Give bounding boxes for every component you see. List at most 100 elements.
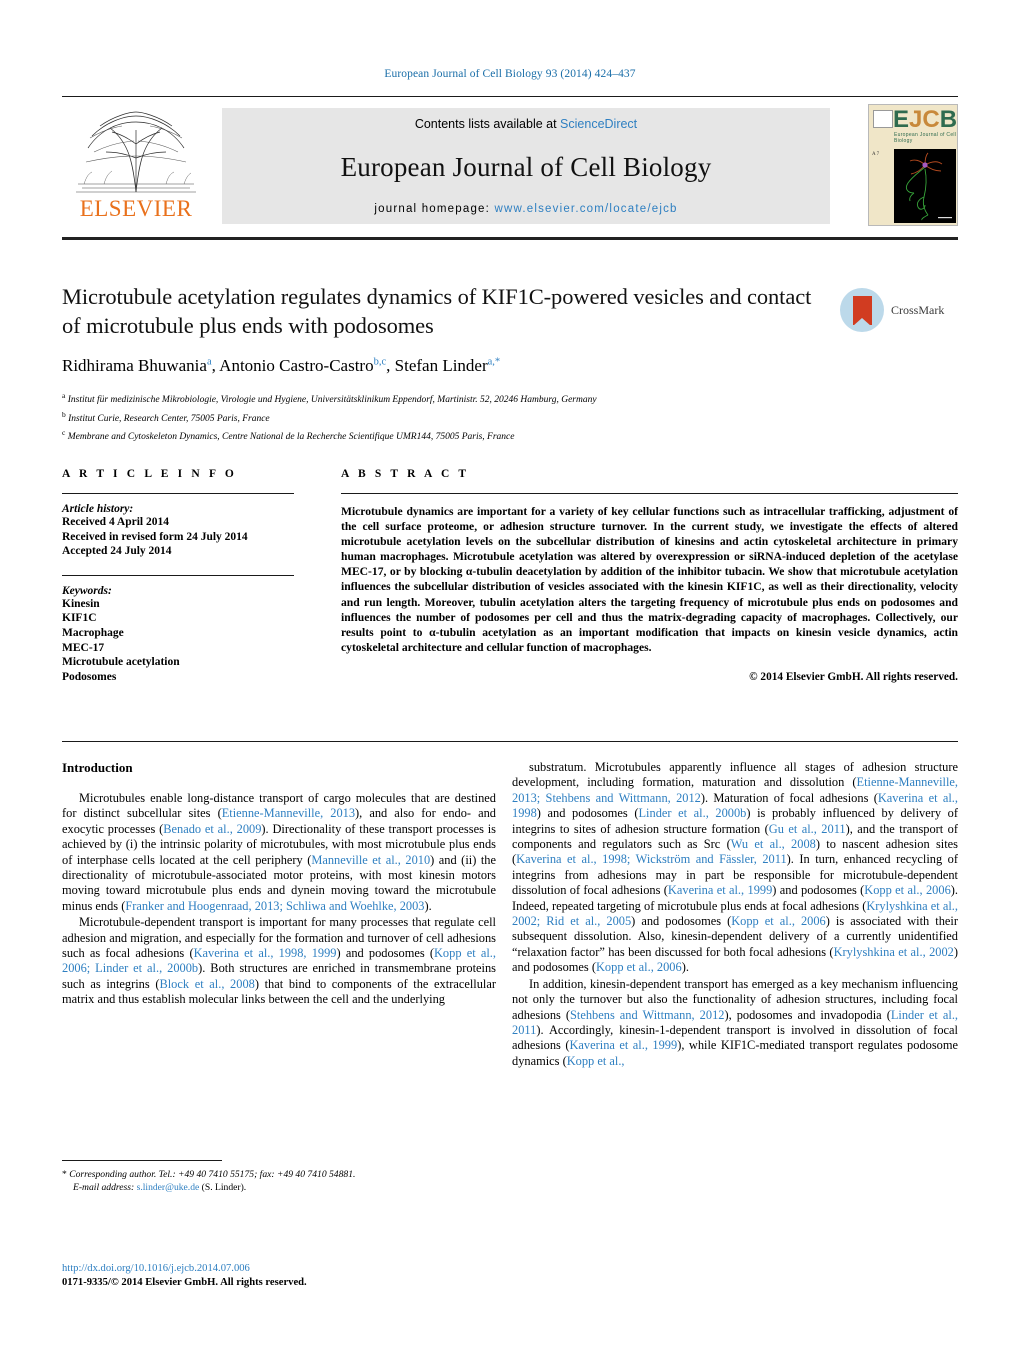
footnote-line-2: E-mail address: s.linder@uke.de (S. Lind… [62,1181,496,1194]
paragraph-text: ), podosomes and invadopodia ( [724,1007,891,1022]
citation-link[interactable]: Manneville et al., 2010 [311,853,430,867]
keyword-item: KIF1C [62,612,97,625]
citation-link[interactable]: Linder et al., 2000b [638,806,746,820]
citation-link[interactable]: Gu et al., 2011 [769,822,846,836]
abstract-column: A B S T R A C T Microtubule dynamics are… [341,468,958,683]
article-history-list: Received 4 April 2014 Received in revised… [62,515,294,559]
article-history-heading: Article history: [62,503,134,515]
keyword-item: Microtubule acetylation [62,656,180,669]
paragraph: Microtubule-dependent transport is impor… [62,915,496,1007]
corresponding-author-note: * Corresponding author. Tel.: +49 40 741… [62,1168,496,1194]
cover-micrograph [894,149,956,223]
intro-paragraphs-right: substratum. Microtubules apparently infl… [512,760,958,1069]
article-info-column: A R T I C L E I N F O Article history: R… [62,468,294,684]
intro-paragraphs-left: Microtubules enable long-distance transp… [62,791,496,1008]
header-rule-top [62,96,958,97]
citation-link[interactable]: Wu et al., 2008 [731,837,816,851]
citation-link[interactable]: Block et al., 2008 [159,977,254,991]
body-column-right: substratum. Microtubules apparently infl… [512,760,958,1070]
keyword-item: MEC-17 [62,641,105,654]
citation-link[interactable]: Kopp et al., [567,1054,625,1068]
article-info-label: A R T I C L E I N F O [62,468,237,480]
crossmark-icon [840,288,884,332]
citation-link[interactable]: Etienne-Manneville, 2013 [222,806,355,820]
doi-link[interactable]: http://dx.doi.org/10.1016/j.ejcb.2014.07… [62,1262,562,1276]
journal-cover-thumbnail: EJCB European Journal of Cell Biology A … [868,104,958,226]
citation-link[interactable]: Kopp et al., 2006 [596,960,682,974]
contents-prefix: Contents lists available at [414,117,561,131]
cover-header: EJCB European Journal of Cell Biology [869,105,957,147]
cover-letters: EJCB [893,106,958,133]
keywords-rule [62,574,294,576]
paragraph: Microtubules enable long-distance transp… [62,791,496,914]
article-history-item: Accepted 24 July 2014 [62,545,172,558]
header-rule-bottom [62,237,958,240]
abstract-bottom-rule [62,741,958,742]
footnote-rule [62,1160,222,1161]
paragraph: In addition, kinesin-dependent transport… [512,977,958,1069]
journal-homepage-link[interactable]: www.elsevier.com/locate/ejcb [494,203,677,215]
body-column-left: Introduction Microtubules enable long-di… [62,760,496,1009]
page-title: Microtubule acetylation regulates dynami… [62,284,812,338]
cover-subtitle: European Journal of Cell Biology [894,132,957,144]
email-link[interactable]: s.linder@uke.de [137,1182,200,1193]
paragraph-text: ) and podosomes ( [772,883,865,898]
journal-header-box: Contents lists available at ScienceDirec… [222,108,830,224]
citation-link[interactable]: Benado et al., 2009 [163,822,261,836]
keywords-list: Kinesin KIF1C Macrophage MEC-17 Microtubule … [62,597,294,685]
journal-masthead: ELSEVIER Contents lists available at Sci… [62,104,958,228]
article-history-item: Received in revised form 24 July 2014 [62,530,248,543]
citation-link[interactable]: Kaverina et al., 1999 [569,1038,677,1052]
journal-homepage-line: journal homepage: www.elsevier.com/locat… [374,203,677,215]
citation-link[interactable]: Kaverina et al., 1998; Wickström and Fäs… [516,852,787,866]
abstract-rule [341,493,958,494]
affiliation-b: b Institut Curie, Research Center, 75005… [62,409,270,424]
running-head: European Journal of Cell Biology 93 (201… [384,68,636,80]
footnote-line-1: * Corresponding author. Tel.: +49 40 741… [62,1168,496,1181]
paragraph-text: ). [424,898,432,913]
abstract-text: Microtubule dynamics are important for a… [341,505,958,654]
paragraph-text: ) and podosomes ( [631,914,732,929]
abstract-copyright: © 2014 Elsevier GmbH. All rights reserve… [749,670,958,683]
citation-link[interactable]: Kaverina et al., 1998, 1999 [194,946,337,960]
affiliation-a: a Institut für medizinische Mikrobiologi… [62,391,597,406]
sciencedirect-link[interactable]: ScienceDirect [560,117,637,131]
keyword-item: Macrophage [62,626,124,639]
crossmark-badge[interactable]: CrossMark [840,286,958,334]
section-title-introduction: Introduction [62,760,133,775]
contents-line: Contents lists available at ScienceDirec… [415,117,637,131]
affiliation-list: a Institut für medizinische Mikrobiologi… [62,389,958,445]
citation-link[interactable]: Stehbens and Wittmann, 2012 [570,1008,724,1022]
title-block: Microtubule acetylation regulates dynami… [62,282,822,376]
paragraph: substratum. Microtubules apparently infl… [512,760,958,976]
abstract-label: A B S T R A C T [341,468,470,480]
homepage-prefix: journal homepage: [374,203,491,215]
author-list: Ridhirama Bhuwaniaa, Antonio Castro-Cast… [62,356,501,375]
citation-link[interactable]: Kopp et al., 2006 [864,883,950,897]
footnote-corresponding-text: Corresponding author. Tel.: +49 40 7410 … [69,1169,356,1180]
email-suffix: (S. Linder). [201,1182,247,1194]
email-label: E-mail address: [73,1182,135,1194]
citation-link[interactable]: Kopp et al., 2006 [731,914,826,928]
elsevier-wordmark: ELSEVIER [79,196,193,221]
paragraph-text: ). [681,960,689,975]
elsevier-tree-icon [70,104,202,196]
paragraph-text: ) and podosomes ( [536,806,639,821]
keyword-item: Kinesin [62,597,100,610]
doi-block: http://dx.doi.org/10.1016/j.ejcb.2014.07… [62,1262,562,1290]
article-info-rule [62,493,294,494]
citation-link[interactable]: Franker and Hoogenraad, 2013; Schliwa an… [125,899,424,913]
citation-link[interactable]: Krylyshkina et al., 2002 [834,945,954,959]
elsevier-logo: ELSEVIER [62,104,210,228]
paper-page: European Journal of Cell Biology 93 (201… [0,0,1020,1351]
affiliation-c: c Membrane and Cytoskeleton Dynamics, Ce… [62,428,515,443]
cover-left-column: A 7 [872,152,880,157]
keyword-item: Podosomes [62,670,117,683]
cover-corner-icon [873,110,893,128]
paragraph-text: ). Maturation of focal adhesions ( [700,790,878,805]
journal-title: European Journal of Cell Biology [340,151,712,182]
citation-link[interactable]: Kaverina et al., 1999 [668,883,772,897]
footnote-marker: * [62,1169,67,1180]
keywords-heading: Keywords: [62,584,112,597]
paragraph-text: ) and podosomes ( [336,946,434,961]
